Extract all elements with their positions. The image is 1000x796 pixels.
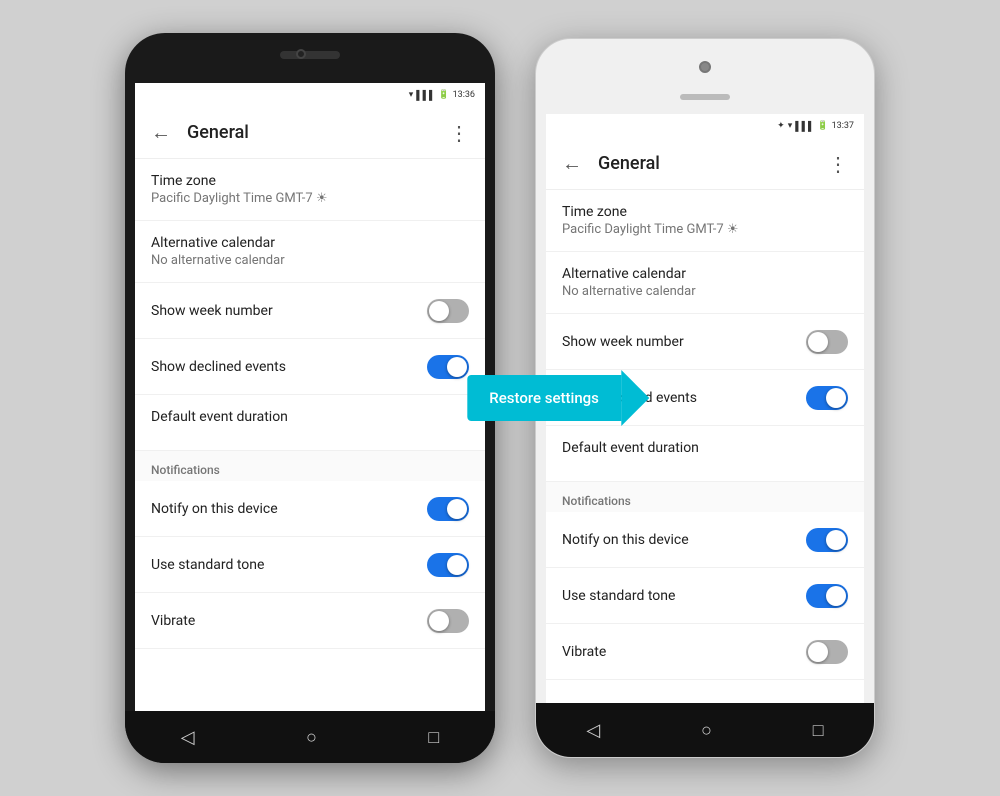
notifications-header-black: Notifications: [135, 451, 485, 481]
setting-declined-black[interactable]: Show declined events: [135, 339, 485, 395]
status-icons-white: ✦ ▾ ▌▌▌ 🔋 13:37: [777, 121, 854, 132]
weeknum-thumb-white: [808, 332, 828, 352]
bt-icon: ✦: [777, 121, 785, 131]
vibrate-label-white: Vibrate: [562, 644, 606, 660]
more-menu-white[interactable]: ⋮: [820, 152, 856, 176]
nav-bar-white: ◁ ○ □: [536, 703, 874, 757]
restore-settings-button[interactable]: Restore settings: [467, 370, 649, 426]
nav-home-white[interactable]: ○: [701, 720, 712, 741]
back-button-black[interactable]: ←: [143, 120, 179, 145]
setting-weeknum-white[interactable]: Show week number: [546, 314, 864, 370]
nav-recent-white[interactable]: □: [813, 720, 824, 741]
declined-thumb-white: [826, 388, 846, 408]
tone-thumb-black: [447, 555, 467, 575]
declined-toggle-white[interactable]: [806, 386, 848, 410]
nav-recent-black[interactable]: □: [428, 727, 439, 748]
duration-label-white: Default event duration: [562, 440, 699, 456]
weeknum-label-black: Show week number: [151, 303, 273, 319]
setting-timezone-black[interactable]: Time zone Pacific Daylight Time GMT-7 ☀: [135, 159, 485, 221]
battery-icon: 🔋: [438, 90, 449, 100]
app-bar-black: ← General ⋮: [135, 107, 485, 159]
setting-vibrate-white[interactable]: Vibrate: [546, 624, 864, 680]
vibrate-toggle-white[interactable]: [806, 640, 848, 664]
setting-notify-white[interactable]: Notify on this device: [546, 512, 864, 568]
screen-black: ▾ ▌▌▌ 🔋 13:36 ← General ⋮ Time zone Paci…: [135, 83, 485, 711]
tone-label-black: Use standard tone: [151, 557, 264, 573]
settings-list-black: Time zone Pacific Daylight Time GMT-7 ☀ …: [135, 159, 485, 711]
camera-white: [699, 61, 711, 73]
timezone-label-white: Time zone: [562, 204, 627, 220]
nav-back-black[interactable]: ◁: [181, 727, 195, 748]
vibrate-label-black: Vibrate: [151, 613, 195, 629]
signal-icon: ▌▌▌: [416, 90, 435, 101]
notify-toggle-black[interactable]: [427, 497, 469, 521]
speaker: [280, 51, 340, 59]
setting-notify-black[interactable]: Notify on this device: [135, 481, 485, 537]
tone-toggle-white[interactable]: [806, 584, 848, 608]
tone-label-white: Use standard tone: [562, 588, 675, 604]
notify-thumb-white: [826, 530, 846, 550]
declined-toggle-black[interactable]: [427, 355, 469, 379]
settings-list-white: Time zone Pacific Daylight Time GMT-7 ☀ …: [546, 190, 864, 703]
restore-button-label[interactable]: Restore settings: [467, 375, 621, 421]
timezone-label-black: Time zone: [151, 173, 216, 189]
altcal-label-white: Alternative calendar: [562, 266, 686, 282]
wifi-icon: ▾: [409, 90, 414, 100]
notify-toggle-white[interactable]: [806, 528, 848, 552]
weeknum-thumb-black: [429, 301, 449, 321]
setting-timezone-white[interactable]: Time zone Pacific Daylight Time GMT-7 ☀: [546, 190, 864, 252]
status-icons: ▾ ▌▌▌ 🔋 13:36: [409, 90, 475, 101]
altcal-label-black: Alternative calendar: [151, 235, 275, 251]
status-bar-white: ✦ ▾ ▌▌▌ 🔋 13:37: [546, 114, 864, 138]
nav-bar-black: ◁ ○ □: [125, 711, 495, 763]
altcal-value-white: No alternative calendar: [562, 284, 696, 299]
speaker-white: [680, 94, 730, 100]
declined-label-black: Show declined events: [151, 359, 286, 375]
declined-thumb-black: [447, 357, 467, 377]
setting-duration-black[interactable]: Default event duration: [135, 395, 485, 451]
tone-toggle-black[interactable]: [427, 553, 469, 577]
back-button-white[interactable]: ←: [554, 151, 590, 176]
timezone-value-black: Pacific Daylight Time GMT-7 ☀: [151, 191, 328, 206]
restore-arrow-icon: [621, 370, 649, 426]
tone-thumb-white: [826, 586, 846, 606]
nav-back-white[interactable]: ◁: [586, 720, 600, 741]
vibrate-thumb-white: [808, 642, 828, 662]
setting-duration-white[interactable]: Default event duration: [546, 426, 864, 482]
app-bar-white: ← General ⋮: [546, 138, 864, 190]
battery-icon-white: 🔋: [817, 121, 828, 131]
weeknum-toggle-black[interactable]: [427, 299, 469, 323]
setting-tone-black[interactable]: Use standard tone: [135, 537, 485, 593]
vibrate-toggle-black[interactable]: [427, 609, 469, 633]
page-title-white: General: [598, 153, 820, 174]
signal-icon-white: ▌▌▌: [795, 121, 814, 132]
notify-label-white: Notify on this device: [562, 532, 689, 548]
time-black: 13:36: [453, 90, 475, 100]
setting-tone-white[interactable]: Use standard tone: [546, 568, 864, 624]
timezone-value-white: Pacific Daylight Time GMT-7 ☀: [562, 222, 739, 237]
page-title-black: General: [187, 122, 441, 143]
more-menu-black[interactable]: ⋮: [441, 121, 477, 145]
weeknum-toggle-white[interactable]: [806, 330, 848, 354]
notify-thumb-black: [447, 499, 467, 519]
notifications-header-white: Notifications: [546, 482, 864, 512]
altcal-value-black: No alternative calendar: [151, 253, 285, 268]
notify-label-black: Notify on this device: [151, 501, 278, 517]
duration-label-black: Default event duration: [151, 409, 288, 425]
setting-altcal-white[interactable]: Alternative calendar No alternative cale…: [546, 252, 864, 314]
setting-weeknum-black[interactable]: Show week number: [135, 283, 485, 339]
setting-vibrate-black[interactable]: Vibrate: [135, 593, 485, 649]
status-bar-black: ▾ ▌▌▌ 🔋 13:36: [135, 83, 485, 107]
camera: [296, 49, 306, 59]
nav-home-black[interactable]: ○: [306, 727, 317, 748]
vibrate-thumb-black: [429, 611, 449, 631]
scene: ▾ ▌▌▌ 🔋 13:36 ← General ⋮ Time zone Paci…: [0, 0, 1000, 796]
phone-black: ▾ ▌▌▌ 🔋 13:36 ← General ⋮ Time zone Paci…: [125, 33, 495, 763]
weeknum-label-white: Show week number: [562, 334, 684, 350]
time-white: 13:37: [832, 121, 854, 131]
wifi-icon-white: ▾: [788, 121, 793, 131]
setting-altcal-black[interactable]: Alternative calendar No alternative cale…: [135, 221, 485, 283]
